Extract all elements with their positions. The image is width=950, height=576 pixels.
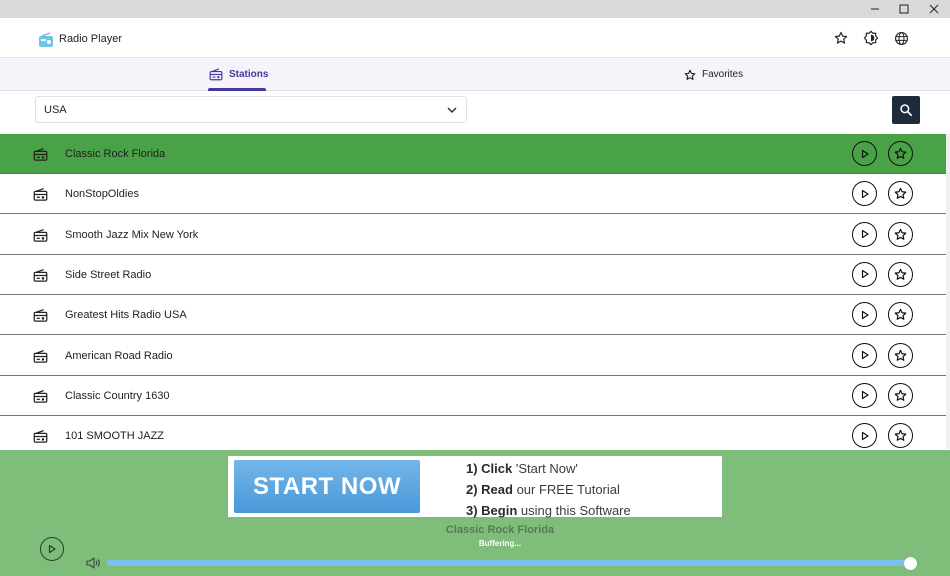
- station-play-button[interactable]: [852, 181, 877, 207]
- radio-icon: [33, 228, 48, 242]
- station-play-button[interactable]: [852, 342, 877, 368]
- station-row[interactable]: Side Street Radio: [0, 254, 946, 295]
- radio-icon: [33, 309, 48, 322]
- radio-icon: [33, 147, 48, 161]
- station-favorite-button[interactable]: [888, 342, 913, 368]
- station-favorite-button[interactable]: [888, 382, 913, 408]
- volume-slider-thumb[interactable]: [903, 557, 917, 570]
- station-play-button[interactable]: [852, 423, 877, 449]
- minimize-icon[interactable]: [860, 0, 890, 18]
- radio-app-icon: [38, 32, 54, 48]
- star-icon: [894, 147, 907, 159]
- country-select-value: USA: [44, 104, 67, 116]
- station-name: American Road Radio: [65, 349, 173, 362]
- play-icon: [861, 431, 869, 440]
- station-favorite-button[interactable]: [888, 221, 913, 247]
- station-row[interactable]: Greatest Hits Radio USA: [0, 295, 946, 336]
- app-header: Radio Player: [0, 18, 950, 58]
- ad-banner[interactable]: START NOW 1) Click 'Start Now' 2) Read o…: [228, 456, 722, 518]
- station-name: Classic Country 1630: [65, 389, 170, 402]
- radio-icon: [33, 349, 48, 363]
- star-icon: [894, 188, 907, 200]
- star-icon: [894, 268, 907, 280]
- search-icon: [900, 104, 913, 117]
- station-row[interactable]: American Road Radio: [0, 335, 946, 376]
- now-playing-title: Classic Rock Florida: [445, 524, 555, 536]
- play-icon: [861, 350, 869, 360]
- star-icon: [894, 228, 907, 240]
- radio-icon: [33, 389, 48, 403]
- station-favorite-button[interactable]: [888, 302, 913, 328]
- station-favorite-button[interactable]: [888, 261, 913, 287]
- station-play-button[interactable]: [852, 261, 877, 287]
- station-row[interactable]: NonStopOldies: [0, 174, 946, 215]
- station-name: NonStopOldies: [65, 188, 139, 201]
- close-icon[interactable]: [919, 0, 949, 18]
- list-scrollbar[interactable]: [946, 134, 950, 449]
- station-row[interactable]: Classic Rock Florida: [0, 134, 946, 174]
- play-icon: [861, 229, 869, 239]
- radio-icon: [33, 188, 48, 202]
- station-list: Classic Rock Florida NonStopOldies Smooth …: [0, 134, 946, 449]
- station-name: Classic Rock Florida: [65, 148, 166, 160]
- ad-step-1: 1) Click 'Start Now': [466, 461, 578, 476]
- volume-slider[interactable]: [107, 557, 917, 570]
- station-row[interactable]: Classic Country 1630: [0, 375, 946, 416]
- station-name: 101 SMOOTH JAZZ: [65, 430, 165, 443]
- station-name: Greatest Hits Radio USA: [65, 309, 187, 322]
- star-icon[interactable]: [832, 29, 850, 47]
- station-favorite-button[interactable]: [888, 141, 913, 166]
- station-name: Smooth Jazz Mix New York: [65, 228, 199, 241]
- play-icon: [861, 189, 869, 198]
- star-icon: [894, 308, 907, 321]
- country-select[interactable]: USA: [35, 96, 467, 123]
- app-title: Radio Player: [59, 33, 122, 45]
- tab-favorites-label: Favorites: [702, 69, 744, 80]
- search-button[interactable]: [892, 96, 920, 124]
- globe-icon[interactable]: [892, 29, 910, 47]
- play-icon: [48, 544, 56, 554]
- play-icon: [861, 149, 869, 158]
- play-icon: [861, 270, 869, 279]
- station-favorite-button[interactable]: [888, 181, 913, 207]
- ad-step-3: 3) Begin using this Software: [466, 503, 631, 518]
- ad-step-2: 2) Read our FREE Tutorial: [466, 482, 620, 497]
- radio-icon: [33, 268, 48, 282]
- station-row[interactable]: 101 SMOOTH JAZZ: [0, 416, 946, 449]
- window-titlebar: [0, 0, 950, 18]
- radio-icon: [209, 68, 223, 81]
- play-icon: [861, 310, 869, 319]
- tab-bar: Stations Favorites: [0, 58, 950, 91]
- now-playing-status: Buffering...: [478, 539, 522, 548]
- tab-stations[interactable]: Stations: [209, 58, 268, 91]
- ad-steps: 1) Click 'Start Now' 2) Read our FREE Tu…: [466, 458, 631, 521]
- volume-icon[interactable]: [86, 556, 102, 570]
- station-favorite-button[interactable]: [888, 423, 913, 449]
- station-name: Side Street Radio: [65, 268, 152, 281]
- star-icon: [684, 69, 696, 80]
- volume-slider-fill: [107, 560, 910, 566]
- chevron-down-icon: [447, 107, 457, 114]
- station-play-button[interactable]: [852, 221, 877, 247]
- brightness-icon[interactable]: [862, 29, 880, 47]
- star-icon: [894, 429, 907, 441]
- start-now-button[interactable]: START NOW: [234, 460, 420, 513]
- search-row: USA: [0, 91, 950, 129]
- star-icon: [894, 389, 907, 401]
- tab-favorites[interactable]: Favorites: [684, 58, 743, 91]
- player-play-button[interactable]: [40, 537, 64, 561]
- station-play-button[interactable]: [852, 302, 877, 328]
- station-row[interactable]: Smooth Jazz Mix New York: [0, 214, 946, 255]
- play-icon: [861, 391, 869, 400]
- star-icon: [894, 349, 907, 361]
- radio-icon: [33, 430, 48, 443]
- tab-stations-label: Stations: [229, 69, 269, 80]
- maximize-icon[interactable]: [889, 0, 919, 18]
- station-play-button[interactable]: [852, 382, 877, 408]
- station-play-button[interactable]: [852, 141, 877, 166]
